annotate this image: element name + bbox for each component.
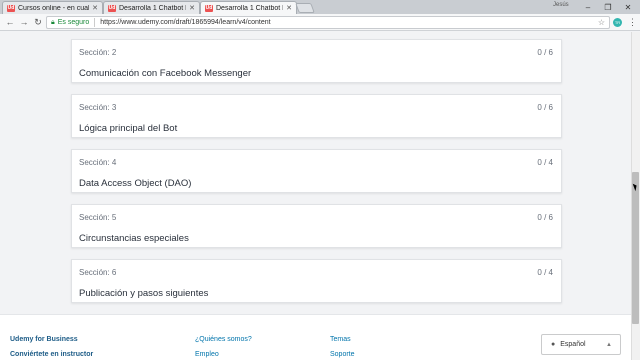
section-number: Sección: 2	[79, 48, 117, 57]
browser-tab-2[interactable]: Ud Desarrolla 1 Chatbot Me ✕	[103, 1, 200, 14]
chevron-up-icon: ▲	[606, 341, 612, 348]
section-card[interactable]: Sección: 4 0 / 4 Data Access Object (DAO…	[71, 149, 562, 193]
extension-icon[interactable]: TR	[613, 18, 622, 27]
close-tab-icon[interactable]: ✕	[286, 4, 292, 12]
close-tab-icon[interactable]: ✕	[189, 4, 195, 12]
footer-link-support[interactable]: Soporte	[330, 351, 355, 358]
section-number: Sección: 4	[79, 158, 117, 167]
section-title: Comunicación con Facebook Messenger	[79, 68, 252, 79]
new-tab-button[interactable]	[295, 3, 315, 13]
section-title: Publicación y pasos siguientes	[79, 288, 209, 299]
back-arrow-icon[interactable]: ←	[4, 16, 16, 28]
browser-tab-1[interactable]: Ud Cursos online - en cualq ✕	[2, 1, 103, 14]
forward-arrow-icon[interactable]: →	[18, 16, 30, 28]
section-card[interactable]: Sección: 3 0 / 6 Lógica principal del Bo…	[71, 94, 562, 138]
course-content-page: Sección: 2 0 / 6 Comunicación con Facebo…	[0, 32, 631, 360]
minimize-window-icon[interactable]: –	[578, 0, 598, 14]
browser-menu-icon[interactable]: ⋮	[628, 17, 637, 28]
section-card[interactable]: Sección: 6 0 / 4 Publicación y pasos sig…	[71, 259, 562, 303]
section-progress: 0 / 4	[537, 268, 553, 277]
address-bar[interactable]: 🔒︎ Es seguro https://www.udemy.com/draft…	[46, 16, 610, 29]
close-window-icon[interactable]: ✕	[618, 0, 638, 14]
secure-indicator[interactable]: Es seguro	[58, 19, 90, 26]
section-number: Sección: 5	[79, 213, 117, 222]
section-number: Sección: 3	[79, 103, 117, 112]
section-card[interactable]: Sección: 5 0 / 6 Circunstancias especial…	[71, 204, 562, 248]
browser-tab-3-active[interactable]: Ud Desarrolla 1 Chatbot Me ✕	[200, 1, 297, 14]
url-text[interactable]: https://www.udemy.com/draft/1865994/lear…	[100, 19, 598, 26]
udemy-favicon-icon: Ud	[205, 4, 213, 12]
language-label: Español	[560, 341, 586, 348]
lock-icon: 🔒︎	[51, 18, 55, 26]
udemy-favicon-icon: Ud	[108, 4, 116, 12]
section-title: Lógica principal del Bot	[79, 123, 178, 134]
close-tab-icon[interactable]: ✕	[92, 4, 98, 12]
footer-link-about-us[interactable]: ¿Quiénes somos?	[195, 336, 252, 343]
globe-icon: ●	[551, 341, 556, 348]
language-selector[interactable]: ● Español ▲	[541, 334, 621, 355]
browser-toolbar: ← → ↻ 🔒︎ Es seguro https://www.udemy.com…	[0, 14, 640, 31]
site-footer: Udemy for Business Conviértete en instru…	[0, 314, 631, 360]
footer-link-topics[interactable]: Temas	[330, 336, 351, 343]
tab-label: Desarrolla 1 Chatbot Me	[216, 4, 283, 12]
section-progress: 0 / 6	[537, 213, 553, 222]
browser-user-name[interactable]: Jesús	[553, 2, 569, 8]
section-progress: 0 / 6	[537, 103, 553, 112]
section-number: Sección: 6	[79, 268, 117, 277]
omnibox-divider	[94, 18, 96, 27]
footer-link-udemy-for-business[interactable]: Udemy for Business	[10, 336, 78, 343]
footer-link-careers[interactable]: Empleo	[195, 351, 219, 358]
section-progress: 0 / 4	[537, 158, 553, 167]
section-title: Data Access Object (DAO)	[79, 178, 192, 189]
tab-label: Cursos online - en cualq	[18, 4, 90, 12]
restore-window-icon[interactable]: ❐	[598, 0, 618, 14]
reload-icon[interactable]: ↻	[32, 16, 44, 28]
tab-label: Desarrolla 1 Chatbot Me	[119, 4, 186, 12]
section-progress: 0 / 6	[537, 48, 553, 57]
scrollbar-thumb[interactable]	[632, 172, 639, 324]
udemy-favicon-icon: Ud	[7, 4, 15, 12]
section-card[interactable]: Sección: 2 0 / 6 Comunicación con Facebo…	[71, 39, 562, 83]
section-title: Circunstancias especiales	[79, 233, 189, 244]
bookmark-star-icon[interactable]: ☆	[598, 18, 605, 27]
footer-link-become-instructor[interactable]: Conviértete en instructor	[10, 351, 93, 358]
browser-tab-strip: Ud Cursos online - en cualq ✕ Ud Desarro…	[0, 0, 640, 14]
